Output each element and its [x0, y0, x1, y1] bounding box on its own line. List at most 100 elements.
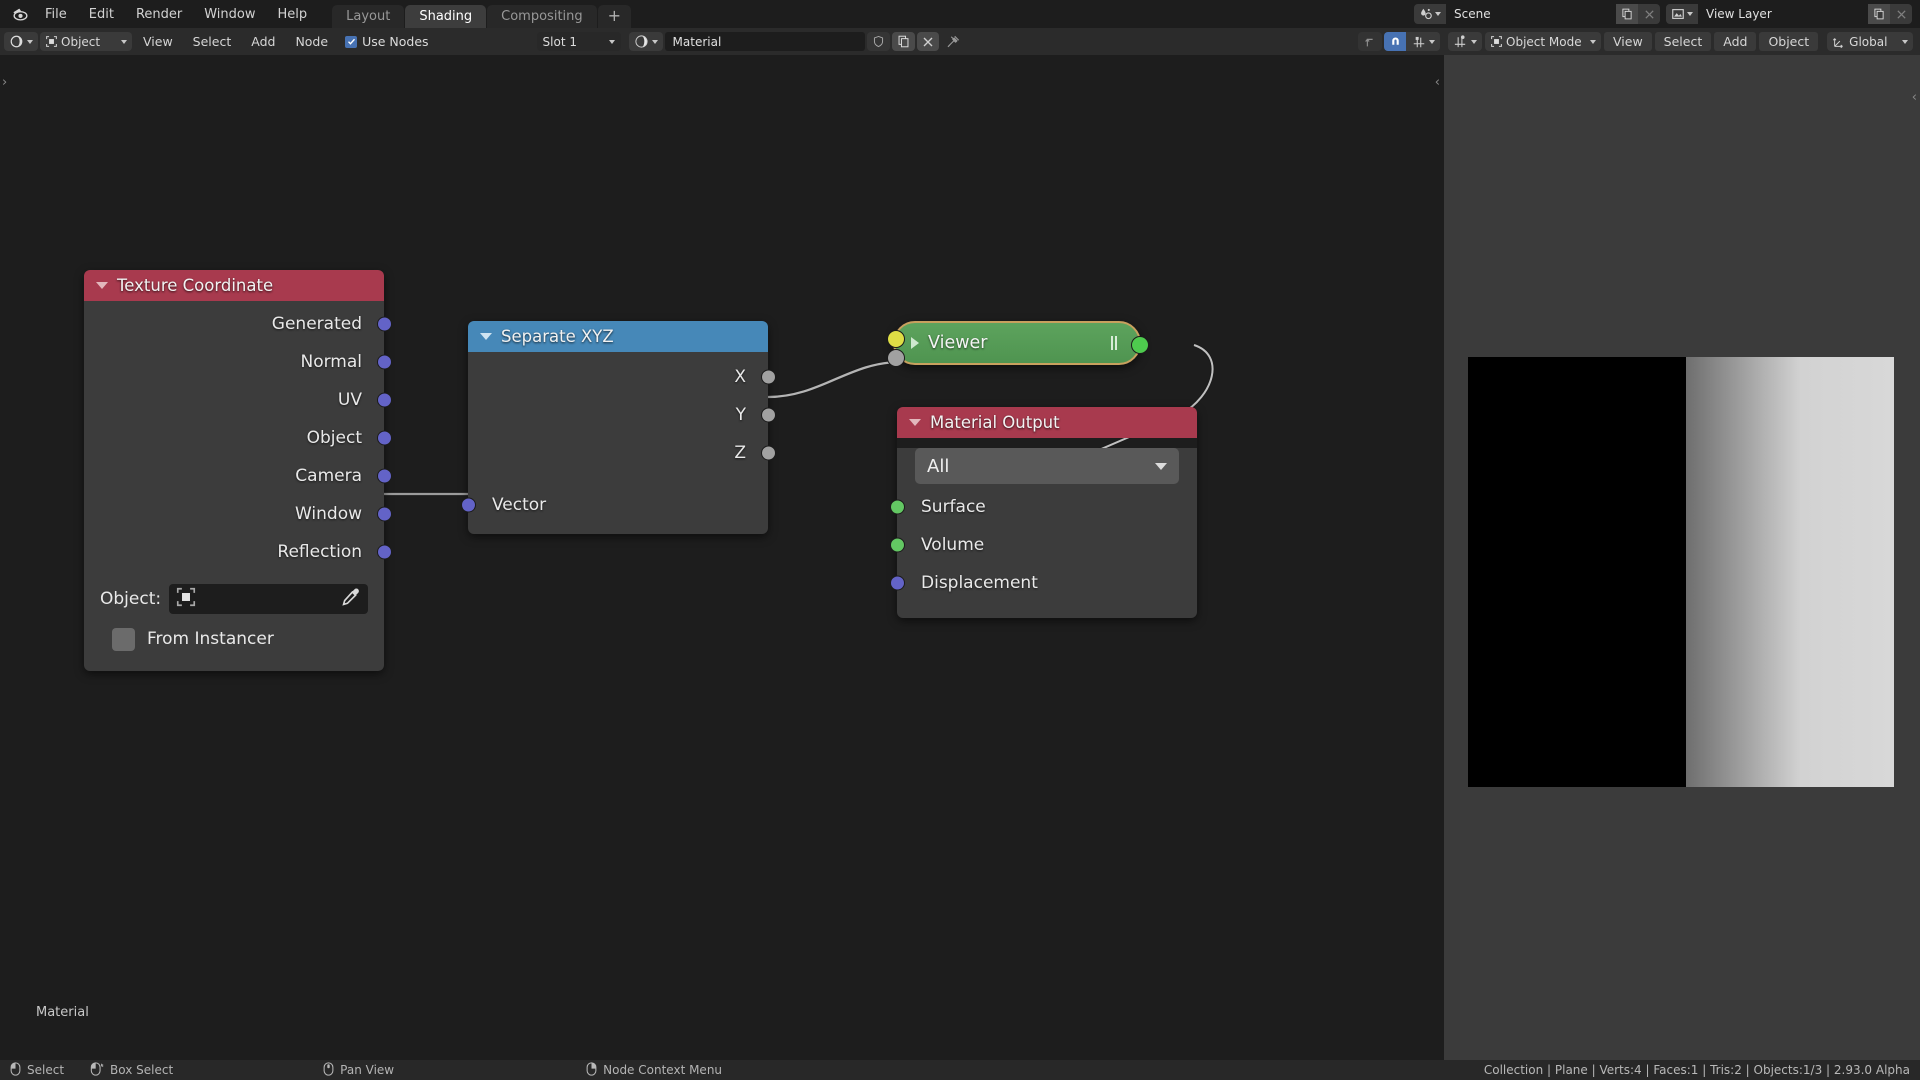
socket-dot[interactable]: [376, 354, 392, 370]
input-socket-volume[interactable]: Volume: [889, 526, 1197, 564]
menu-help[interactable]: Help: [267, 4, 319, 24]
input-socket-displacement[interactable]: Displacement: [889, 564, 1197, 602]
node-material-output[interactable]: Material Output All Surface Volume Displ…: [889, 407, 1197, 618]
viewport-editor-type-button[interactable]: [1448, 32, 1482, 51]
input-socket-surface[interactable]: Surface: [889, 488, 1197, 526]
output-socket-normal[interactable]: Normal: [84, 343, 392, 381]
socket-dot[interactable]: [376, 544, 392, 560]
output-socket-uv[interactable]: UV: [84, 381, 392, 419]
view-layer-name[interactable]: View Layer: [1698, 4, 1868, 24]
socket-dot[interactable]: [760, 445, 776, 461]
triangle-down-icon[interactable]: [480, 333, 492, 340]
object-select-field[interactable]: [169, 584, 368, 614]
new-view-layer-button[interactable]: [1868, 4, 1890, 24]
socket-dot[interactable]: [889, 499, 905, 515]
viewer-input-socket-image[interactable]: [887, 330, 905, 348]
output-socket-reflection[interactable]: Reflection: [84, 533, 392, 571]
viewport-menu-add[interactable]: Add: [1714, 32, 1757, 51]
from-instancer-row[interactable]: From Instancer: [84, 619, 384, 659]
node-separate-xyz[interactable]: Separate XYZ X Y Z Vector: [460, 321, 776, 534]
snap-target-button[interactable]: [1407, 32, 1440, 51]
viewport-menu-object[interactable]: Object: [1759, 32, 1819, 51]
snap-magnet-icon[interactable]: [1916, 32, 1920, 51]
node-header-separate-xyz[interactable]: Separate XYZ: [468, 321, 768, 352]
workspace-tab-shading[interactable]: Shading: [405, 5, 487, 28]
add-workspace-button[interactable]: +: [597, 5, 632, 28]
scene-icon[interactable]: [1414, 4, 1446, 24]
view-layer-selector[interactable]: View Layer: [1666, 4, 1912, 24]
triangle-down-icon[interactable]: [96, 282, 108, 289]
output-socket-camera[interactable]: Camera: [84, 457, 392, 495]
menu-file[interactable]: File: [34, 4, 78, 24]
viewport-region-toggle[interactable]: ‹: [1912, 90, 1917, 105]
socket-dot[interactable]: [376, 316, 392, 332]
output-socket-y[interactable]: Y: [468, 396, 776, 434]
node-body-material-output: All Surface Volume Displacement: [889, 448, 1197, 618]
scene-name[interactable]: Scene: [1446, 4, 1616, 24]
eyedropper-icon[interactable]: [340, 586, 362, 612]
rendered-plane: [1468, 357, 1894, 787]
ne-menu-view[interactable]: View: [134, 32, 182, 51]
new-scene-button[interactable]: [1616, 4, 1638, 24]
menu-render[interactable]: Render: [125, 4, 193, 24]
ne-menu-select[interactable]: Select: [184, 32, 241, 51]
socket-dot[interactable]: [376, 506, 392, 522]
socket-dot[interactable]: [889, 537, 905, 553]
viewport-mode-selector[interactable]: Object Mode: [1485, 32, 1601, 51]
viewer-input-socket-alpha[interactable]: [887, 349, 905, 367]
triangle-right-icon[interactable]: [911, 337, 919, 349]
socket-dot[interactable]: [376, 392, 392, 408]
pin-icon[interactable]: [941, 32, 965, 51]
socket-dot[interactable]: [760, 369, 776, 385]
menu-edit[interactable]: Edit: [78, 4, 125, 24]
socket-dot[interactable]: [376, 430, 392, 446]
output-socket-x[interactable]: X: [468, 358, 776, 396]
input-socket-vector[interactable]: Vector: [460, 486, 768, 524]
output-socket-object[interactable]: Object: [84, 419, 392, 457]
delete-view-layer-button[interactable]: [1890, 4, 1912, 24]
node-header-material-output[interactable]: Material Output: [897, 407, 1197, 438]
viewport-menu-select[interactable]: Select: [1654, 32, 1712, 51]
material-slot-selector[interactable]: Slot 1: [536, 32, 621, 51]
go-to-parent-button[interactable]: [1358, 32, 1382, 51]
output-socket-generated[interactable]: Generated: [84, 305, 392, 343]
blender-logo-icon[interactable]: [6, 0, 34, 28]
workspace-tab-layout[interactable]: Layout: [332, 5, 405, 28]
material-browse-button[interactable]: [628, 32, 663, 51]
use-nodes-toggle[interactable]: Use Nodes: [339, 34, 429, 49]
checkbox-unchecked-icon[interactable]: [112, 627, 135, 651]
ne-menu-add[interactable]: Add: [242, 32, 284, 51]
shader-type-selector[interactable]: Object: [40, 32, 132, 51]
triangle-down-icon[interactable]: [909, 419, 921, 426]
node-texture-coordinate[interactable]: Texture Coordinate Generated Normal UV O…: [84, 270, 392, 671]
ne-menu-node[interactable]: Node: [286, 32, 337, 51]
viewport-canvas[interactable]: ‹: [1444, 55, 1920, 1060]
region-toggle-left[interactable]: ›: [2, 75, 7, 90]
new-material-button[interactable]: [891, 32, 915, 51]
delete-scene-button[interactable]: [1638, 4, 1660, 24]
pause-icon[interactable]: [1110, 336, 1117, 350]
unlink-material-button[interactable]: [916, 32, 939, 51]
transform-orientation-selector[interactable]: Global: [1827, 32, 1914, 51]
region-toggle-right[interactable]: ‹: [1435, 75, 1440, 90]
snap-magnet-icon[interactable]: [1384, 32, 1406, 51]
material-name-field[interactable]: Material: [664, 32, 865, 51]
socket-dot[interactable]: [460, 497, 476, 513]
viewport-menu-view[interactable]: View: [1604, 32, 1652, 51]
fake-user-button[interactable]: [866, 32, 890, 51]
output-socket-window[interactable]: Window: [84, 495, 392, 533]
shader-editor-canvas[interactable]: › ‹ Texture Coordinate Generated Normal …: [0, 55, 1444, 1060]
node-viewer[interactable]: Viewer: [887, 321, 1149, 367]
render-target-dropdown[interactable]: All: [915, 448, 1179, 484]
scene-selector[interactable]: Scene: [1414, 4, 1660, 24]
viewer-output-socket[interactable]: [1131, 336, 1149, 354]
workspace-tab-compositing[interactable]: Compositing: [487, 5, 597, 28]
menu-window[interactable]: Window: [193, 4, 266, 24]
view-layer-icon[interactable]: [1666, 4, 1698, 24]
node-header-texture-coordinate[interactable]: Texture Coordinate: [84, 270, 384, 301]
editor-type-button[interactable]: [4, 32, 38, 51]
output-socket-z[interactable]: Z: [468, 434, 776, 472]
socket-dot[interactable]: [760, 407, 776, 423]
socket-dot[interactable]: [889, 575, 905, 591]
socket-dot[interactable]: [376, 468, 392, 484]
